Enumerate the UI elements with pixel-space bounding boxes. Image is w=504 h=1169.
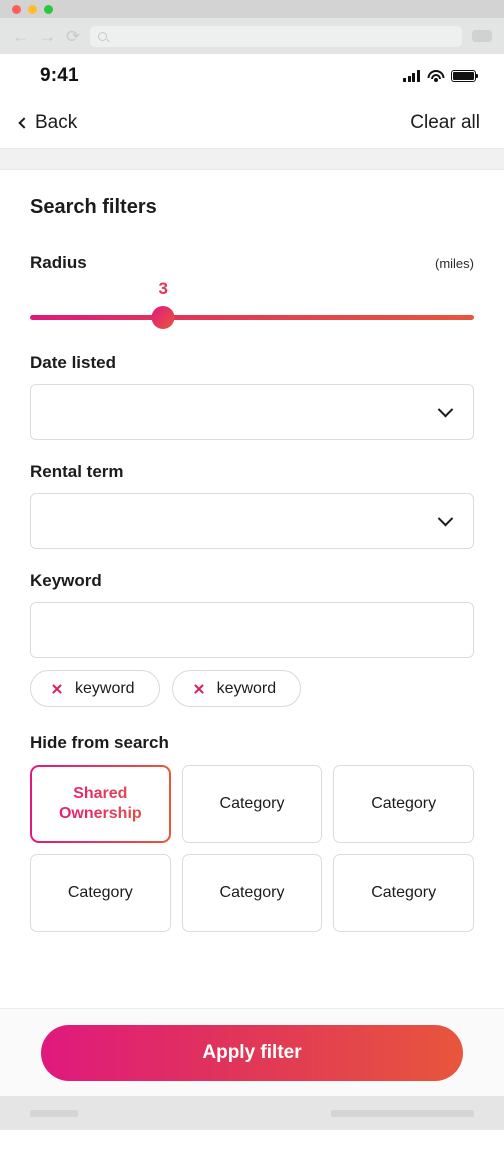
browser-titlebar: [0, 0, 504, 18]
home-indicator-bar: [0, 1096, 504, 1130]
category-card-label: Category: [67, 884, 133, 901]
browser-toolbar: ← → ⟳: [0, 18, 504, 54]
minimize-window-button[interactable]: [28, 4, 37, 14]
category-card[interactable]: Category: [333, 765, 474, 843]
home-bar-placeholder-left: [30, 1109, 78, 1117]
app-nav-bar: Back Clear all: [0, 98, 504, 148]
search-icon: [98, 31, 108, 41]
rental-term-section: Rental term: [30, 462, 474, 549]
date-listed-select[interactable]: [30, 384, 474, 440]
keyword-chip-label: keyword: [216, 679, 277, 697]
category-card-label: Shared Ownership: [32, 784, 169, 824]
radius-slider-track[interactable]: [30, 315, 474, 320]
browser-reload-icon[interactable]: ⟳: [66, 28, 80, 45]
ios-status-bar: 9:41: [0, 54, 504, 98]
home-bar-placeholder-right: [331, 1109, 474, 1117]
radius-label: Radius: [30, 253, 87, 272]
keyword-chip[interactable]: keyword: [30, 670, 160, 707]
date-listed-section: Date listed: [30, 353, 474, 440]
status-icons: [403, 70, 479, 82]
browser-forward-icon[interactable]: →: [39, 28, 56, 45]
rental-term-label: Rental term: [30, 462, 124, 481]
close-icon[interactable]: [51, 683, 63, 695]
back-button[interactable]: Back: [18, 112, 78, 134]
category-card-shared-ownership[interactable]: Shared Ownership: [30, 765, 171, 843]
category-card-label: Category: [219, 795, 285, 812]
keyword-chip-label: keyword: [75, 679, 135, 697]
category-card[interactable]: Category: [333, 854, 474, 932]
category-grid: Shared Ownership Category Category Categ…: [30, 765, 474, 932]
keyword-section: Keyword keyword keyword: [30, 571, 474, 707]
chevron-down-icon: [437, 401, 454, 417]
radius-unit-label: (miles): [435, 256, 474, 271]
category-card-label: Category: [371, 795, 437, 812]
close-icon[interactable]: [193, 683, 205, 695]
browser-menu-button[interactable]: [472, 30, 492, 42]
radius-slider-value: 3: [158, 279, 168, 298]
radius-label-row: Radius (miles): [30, 253, 474, 273]
keyword-chip[interactable]: keyword: [171, 670, 302, 707]
clear-all-button[interactable]: Clear all: [410, 112, 480, 134]
page-title: Search filters: [30, 196, 157, 218]
browser-back-icon[interactable]: ←: [12, 28, 29, 45]
hide-from-search-label: Hide from search: [30, 733, 169, 752]
hide-from-search-section: Hide from search Shared Ownership Catego…: [30, 733, 474, 932]
filters-content: Search filters Radius (miles) 3 Date lis…: [0, 170, 504, 1008]
category-card-label: Category: [219, 884, 285, 901]
wifi-icon: [427, 70, 444, 82]
category-card[interactable]: Category: [181, 854, 323, 932]
category-card[interactable]: Category: [30, 854, 171, 932]
category-card[interactable]: Category: [181, 765, 323, 843]
date-listed-label: Date listed: [30, 353, 116, 372]
browser-url-bar[interactable]: [90, 25, 462, 47]
header-divider: [0, 148, 504, 170]
status-time: 9:41: [40, 65, 79, 86]
browser-chrome: ← → ⟳: [0, 0, 504, 54]
chevron-down-icon: [437, 510, 454, 526]
apply-filter-button[interactable]: Apply filter: [41, 1024, 463, 1081]
rental-term-select[interactable]: [30, 493, 474, 549]
cellular-signal-icon: [403, 70, 420, 82]
battery-icon: [451, 70, 479, 82]
keyword-input[interactable]: [30, 602, 474, 658]
keyword-chip-list: keyword keyword: [30, 670, 474, 707]
category-card-label: Category: [371, 884, 437, 901]
close-window-button[interactable]: [12, 4, 21, 14]
radius-slider[interactable]: 3: [30, 279, 474, 331]
phone-viewport: 9:41 Back Clear all Search filters Radiu…: [0, 54, 504, 1130]
maximize-window-button[interactable]: [44, 4, 53, 14]
radius-section: Radius (miles) 3: [30, 253, 474, 331]
radius-slider-thumb[interactable]: [151, 306, 175, 329]
chevron-left-icon: [18, 117, 30, 129]
back-button-label: Back: [35, 112, 78, 133]
footer-bar: Apply filter: [0, 1008, 504, 1096]
keyword-label: Keyword: [30, 571, 102, 590]
